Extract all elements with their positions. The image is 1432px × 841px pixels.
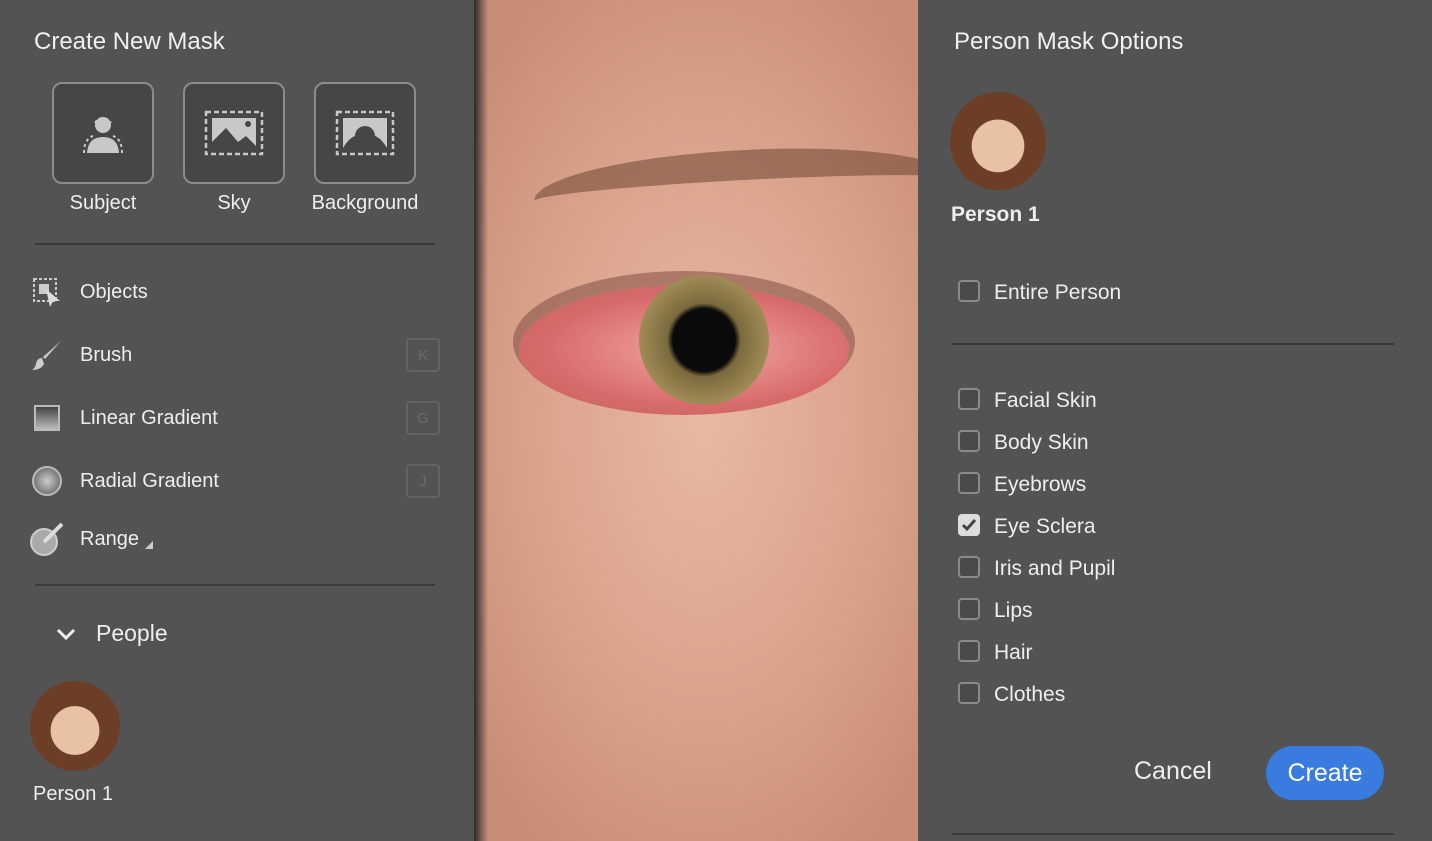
tool-brush[interactable]: Brush K	[30, 335, 440, 375]
chevron-down-icon	[56, 628, 76, 640]
checkbox-label: Lips	[994, 599, 1033, 622]
checkbox-body-skin[interactable]	[958, 430, 980, 452]
subject-button[interactable]	[52, 82, 154, 184]
iris	[639, 275, 769, 405]
photo-canvas[interactable]	[474, 0, 918, 841]
checkbox-facial-skin[interactable]	[958, 388, 980, 410]
shortcut-key: G	[406, 401, 440, 435]
person-avatar	[950, 92, 1046, 190]
background-label: Background	[311, 192, 419, 214]
brush-icon	[30, 338, 64, 372]
checkbox-eye-sclera[interactable]	[958, 514, 980, 536]
person-name: Person 1	[951, 203, 1040, 226]
sky-button[interactable]	[183, 82, 285, 184]
checkbox-label: Facial Skin	[994, 389, 1097, 412]
linear-gradient-icon	[30, 401, 64, 435]
create-button[interactable]: Create	[1266, 746, 1384, 800]
tool-linear-gradient[interactable]: Linear Gradient G	[30, 398, 440, 438]
checkmark-icon	[961, 519, 977, 532]
panel-title: Create New Mask	[34, 28, 225, 55]
radial-gradient-icon	[30, 464, 64, 498]
submenu-triangle-icon	[144, 541, 153, 549]
checkbox-lips[interactable]	[958, 598, 980, 620]
entire-person-label: Entire Person	[994, 281, 1122, 304]
create-mask-panel: Create New Mask Subject Sky Background O…	[0, 0, 474, 841]
background-button[interactable]	[314, 82, 416, 184]
checkbox-label: Clothes	[994, 683, 1066, 706]
sky-icon	[204, 110, 264, 156]
person-1-avatar[interactable]	[30, 681, 120, 771]
subject-label: Subject	[69, 192, 137, 214]
checkbox-iris-and-pupil[interactable]	[958, 556, 980, 578]
options-title: Person Mask Options	[954, 28, 1184, 55]
image-edge-shadow	[474, 0, 488, 841]
checkbox-clothes[interactable]	[958, 682, 980, 704]
people-section-label: People	[96, 620, 168, 646]
checkbox-label: Iris and Pupil	[994, 557, 1116, 580]
tool-label: Radial Gradient	[80, 469, 219, 492]
tool-label: Range	[80, 527, 139, 550]
shortcut-key: K	[406, 338, 440, 372]
tool-label: Linear Gradient	[80, 406, 218, 429]
tool-range[interactable]: Range	[30, 519, 440, 559]
checkbox-label: Body Skin	[994, 431, 1089, 454]
subject-icon	[83, 117, 123, 154]
tool-objects[interactable]: Objects	[30, 272, 440, 312]
checkbox-hair[interactable]	[958, 640, 980, 662]
tool-label: Objects	[80, 280, 148, 303]
sky-label: Sky	[217, 192, 251, 214]
eyebrow	[532, 139, 918, 241]
cancel-button[interactable]: Cancel	[1134, 757, 1212, 786]
tool-radial-gradient[interactable]: Radial Gradient J	[30, 461, 440, 501]
people-toggle[interactable]: People	[56, 620, 168, 647]
checkbox-label: Eyebrows	[994, 473, 1087, 496]
checkbox-eyebrows[interactable]	[958, 472, 980, 494]
tool-label: Brush	[80, 343, 133, 366]
checkbox-label: Hair	[994, 641, 1033, 664]
checkbox-label: Eye Sclera	[994, 515, 1096, 538]
divider	[952, 833, 1394, 835]
divider	[35, 243, 435, 245]
entire-person-checkbox[interactable]	[958, 280, 980, 302]
divider	[952, 343, 1394, 345]
divider	[35, 584, 435, 586]
shortcut-key: J	[406, 464, 440, 498]
range-icon	[30, 522, 64, 556]
objects-icon	[30, 275, 64, 309]
background-icon	[335, 110, 395, 156]
person-1-label: Person 1	[33, 783, 114, 805]
